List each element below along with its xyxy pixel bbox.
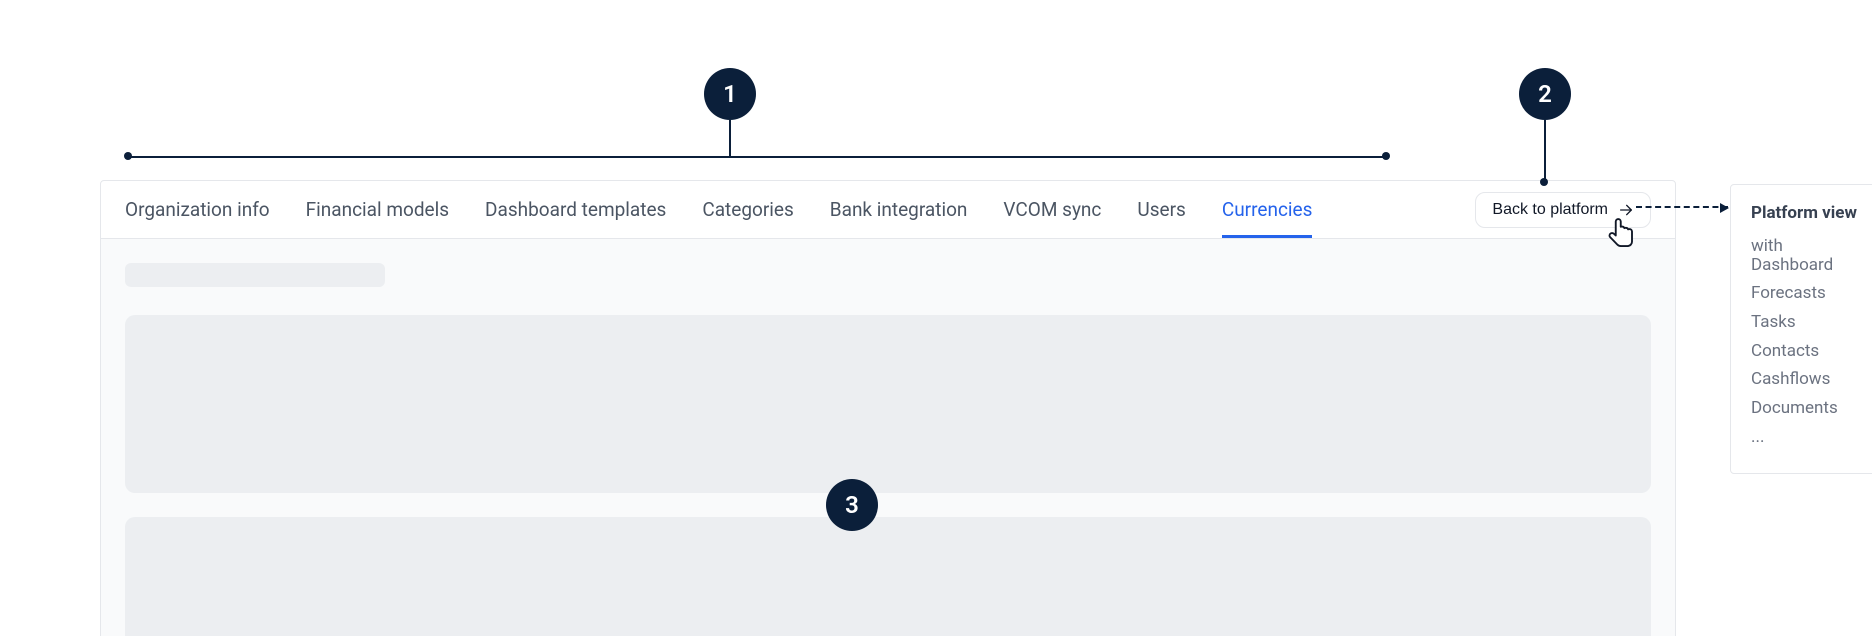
popover-item-label: Dashboard	[1751, 255, 1833, 275]
annotation-dot	[1540, 178, 1548, 186]
pointer-cursor-icon	[1607, 216, 1637, 252]
tab-bank-integration[interactable]: Bank integration	[830, 181, 968, 238]
callout-1: 1	[704, 68, 756, 120]
platform-view-popover: Platform view with Dashboard Forecasts T…	[1730, 184, 1872, 474]
annotation-arrow	[1636, 206, 1728, 208]
annotation-line	[128, 156, 1386, 158]
back-to-platform-label: Back to platform	[1492, 201, 1608, 219]
annotation-dot	[1382, 152, 1390, 160]
callout-3: 3	[826, 479, 878, 531]
annotation-line	[729, 120, 731, 156]
skeleton-title	[125, 263, 385, 287]
tab-vcom-sync[interactable]: VCOM sync	[1003, 181, 1101, 238]
tab-bar: Organization info Financial models Dashb…	[101, 181, 1675, 239]
popover-item: with Dashboard	[1751, 237, 1872, 274]
content-area	[101, 239, 1675, 636]
skeleton-block	[125, 517, 1651, 636]
popover-item: Documents	[1751, 399, 1872, 418]
popover-item: Cashflows	[1751, 370, 1872, 389]
popover-title: Platform view	[1751, 203, 1872, 223]
popover-item: Contacts	[1751, 342, 1872, 361]
annotation-line	[1544, 120, 1546, 180]
callout-2: 2	[1519, 68, 1571, 120]
tab-categories[interactable]: Categories	[702, 181, 793, 238]
popover-item: Forecasts	[1751, 284, 1872, 303]
popover-item-label: with	[1751, 236, 1783, 256]
annotation-dot	[124, 152, 132, 160]
settings-panel: Organization info Financial models Dashb…	[100, 180, 1676, 636]
popover-item-more: ...	[1751, 428, 1872, 447]
tab-users[interactable]: Users	[1137, 181, 1185, 238]
skeleton-block	[125, 315, 1651, 493]
tab-dashboard-templates[interactable]: Dashboard templates	[485, 181, 666, 238]
tab-currencies[interactable]: Currencies	[1222, 181, 1313, 238]
tab-financial-models[interactable]: Financial models	[306, 181, 449, 238]
popover-item: Tasks	[1751, 313, 1872, 332]
tab-organization-info[interactable]: Organization info	[125, 181, 270, 238]
